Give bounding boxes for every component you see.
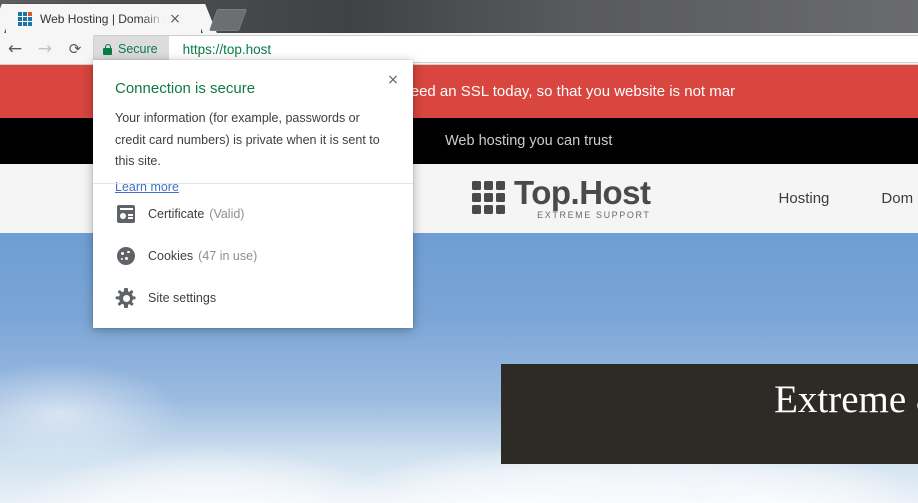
popup-header: Connection is secure Your information (f… [93, 60, 413, 196]
nav-item-hosting[interactable]: Hosting [779, 190, 830, 207]
brand-name: Top.Host [514, 173, 651, 211]
gear-icon [115, 288, 136, 308]
certificate-label: Certificate [148, 207, 205, 221]
hero-title-line1: Extreme & Reli [774, 378, 918, 421]
nav-item-domains[interactable]: Dom [881, 190, 913, 207]
learn-more-link[interactable]: Learn more [115, 180, 179, 194]
new-tab-button[interactable] [208, 9, 248, 31]
brand-subtitle: EXTREME SUPPORT [537, 210, 651, 221]
back-icon[interactable]: ← [0, 34, 30, 64]
site-info-popup: × Connection is secure Your information … [93, 60, 413, 328]
forward-icon[interactable]: → [30, 34, 60, 64]
popup-row-site-settings[interactable]: Site settings [93, 277, 413, 319]
popup-title: Connection is secure [115, 80, 256, 97]
browser-window: Web Hosting | Domain N × ← → ⟳ Secure ht… [0, 0, 918, 503]
popup-description: Your information (for example, passwords… [115, 111, 380, 168]
address-bar[interactable]: Secure https://top.host [93, 35, 918, 63]
browser-tab-active[interactable]: Web Hosting | Domain N × [6, 4, 201, 33]
certificate-status: (Valid) [209, 207, 245, 221]
site-logo[interactable]: Top.Host EXTREME SUPPORT [472, 173, 651, 221]
site-navigation: Hosting Dom [779, 190, 914, 207]
site-info-button[interactable]: Secure [94, 36, 169, 62]
certificate-icon [117, 205, 135, 223]
hero-title-line2: Exp [501, 424, 918, 472]
reload-icon[interactable]: ⟳ [60, 34, 90, 64]
cookies-label: Cookies [148, 249, 194, 263]
security-status-label: Secure [118, 42, 158, 56]
hero-title: Extreme & Reli Exp [501, 376, 918, 471]
popup-row-cookies[interactable]: Cookies (47 in use) [93, 235, 413, 277]
promo-banner-text: You need an SSL today, so that you websi… [372, 83, 736, 100]
popup-row-certificate[interactable]: Certificate (Valid) [93, 193, 413, 235]
top-host-grid-favicon [18, 11, 32, 26]
tagline-text: Web hosting you can trust [445, 133, 613, 149]
close-icon[interactable]: × [383, 70, 403, 90]
popup-options-list: Certificate (Valid) Cookies (47 in use) [93, 193, 413, 319]
divider [93, 183, 413, 184]
close-icon[interactable]: × [167, 11, 183, 27]
lock-icon [103, 43, 112, 55]
tab-strip: Web Hosting | Domain N × [0, 0, 918, 33]
top-host-grid-logo [472, 181, 506, 215]
url-text[interactable]: https://top.host [183, 42, 272, 57]
site-settings-label: Site settings [148, 291, 217, 305]
cookie-icon [117, 247, 135, 265]
hero-banner: Extreme & Reli Exp [501, 364, 918, 464]
tab-title: Web Hosting | Domain N [40, 11, 165, 26]
cookies-count: (47 in use) [198, 249, 258, 263]
